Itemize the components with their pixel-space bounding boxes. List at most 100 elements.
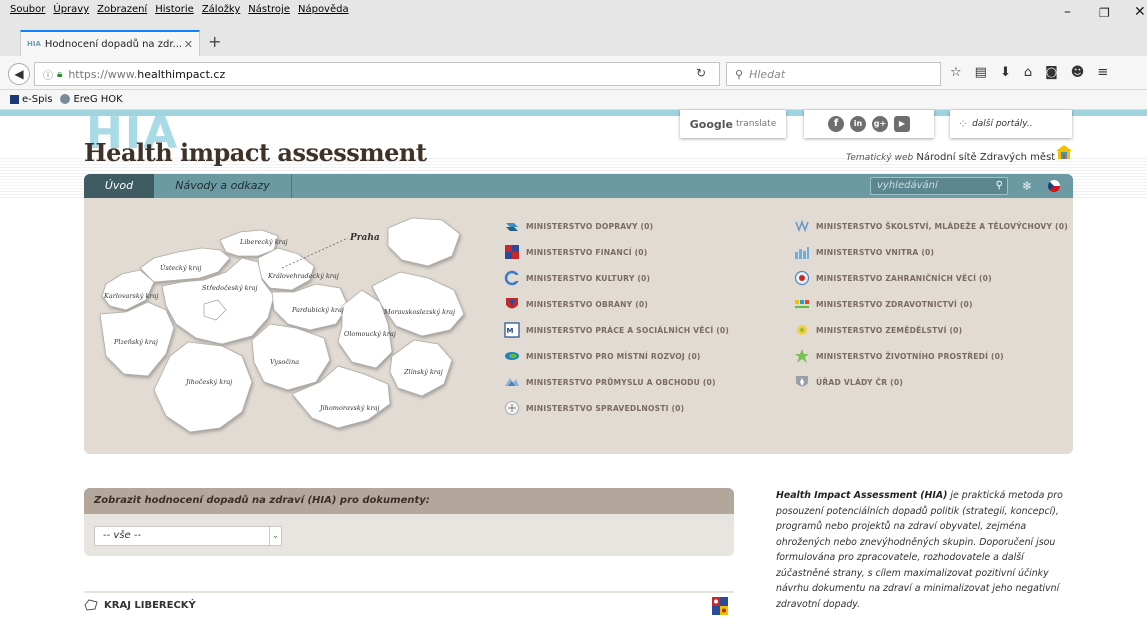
home-icon[interactable]: ⌂: [1024, 65, 1032, 80]
url-bar[interactable]: ⓘ 🔒︎ https://www. healthimpact.cz: [34, 62, 720, 86]
google-translate-button[interactable]: Google translate: [680, 110, 786, 138]
ministry-label: MINISTERSTVO VNITRA (0): [816, 247, 935, 257]
browser-search-input[interactable]: ⚲ Hledat: [726, 62, 941, 86]
region-kralovehradecky[interactable]: [257, 247, 315, 291]
ministry-link[interactable]: MINISTERSTVO ZDRAVOTNICTVÍ (0): [794, 296, 1068, 312]
documents-filter: Zobrazit hodnocení dopadů na zdraví (HIA…: [84, 488, 734, 556]
map-label-liberecky: Liberecký kraj: [239, 238, 288, 246]
facebook-icon[interactable]: f: [828, 116, 844, 132]
tematic-web-link[interactable]: Tematický web Národní sítě Zdravých měst: [846, 152, 1055, 163]
restore-icon[interactable]: ❐: [1099, 6, 1110, 20]
browser-tab[interactable]: HIA Hodnocení dopadů na zdr... ✕: [20, 30, 200, 56]
ministry-link[interactable]: ÚŘAD VLÁDY ČR (0): [794, 374, 1068, 390]
site-search-icon[interactable]: ⚲: [996, 178, 1003, 194]
ministry-prumyslu-icon: [505, 378, 519, 386]
map-label-plzensky: Plzeňský kraj: [113, 338, 158, 346]
menu-soubor[interactable]: Soubor: [10, 4, 45, 15]
map-label-ustecky: Ústecký kraj: [160, 263, 202, 272]
bookmark-espis[interactable]: e-Spis: [10, 94, 52, 105]
bookmark-ereg[interactable]: EreG HOK: [60, 94, 123, 105]
back-button[interactable]: ◀: [8, 63, 30, 85]
other-portals-button[interactable]: ⁘ další portály..: [950, 110, 1072, 138]
close-tab-icon[interactable]: ✕: [184, 38, 193, 51]
reload-icon[interactable]: ↻: [696, 66, 706, 80]
info-icon[interactable]: ⓘ: [43, 67, 53, 82]
map-label-stredocesky: Středočeský kraj: [202, 284, 258, 292]
lock-icon[interactable]: 🔒︎: [57, 69, 62, 80]
hia-description-lead: Health Impact Assessment (HIA): [776, 490, 948, 501]
ministry-zemedelstvi-icon: [797, 325, 807, 335]
menu-items: Soubor Úpravy Zobrazení Historie Záložky…: [10, 4, 349, 15]
bookmark-star-icon[interactable]: ☆: [950, 65, 962, 80]
youtube-icon[interactable]: ▶: [894, 116, 910, 132]
url-protocol: https://www.: [68, 67, 138, 81]
download-icon[interactable]: ⬇: [1000, 65, 1011, 80]
ministry-label: MINISTERSTVO PRŮMYSLU A OBCHODU (0): [526, 377, 716, 387]
ministry-dopravy-icon: [506, 223, 518, 231]
ministry-link[interactable]: MINISTERSTVO OBRANY (0): [504, 296, 729, 312]
linkedin-icon[interactable]: in: [850, 116, 866, 132]
ministry-financi-icon: [505, 245, 519, 259]
espis-icon: [10, 94, 19, 104]
navigation-toolbar: ◀ ⓘ 🔒︎ https://www. healthimpact.cz ↻ ⚲ H…: [0, 56, 1147, 90]
menu-zobrazeni[interactable]: Zobrazení: [97, 4, 147, 15]
pocket-icon[interactable]: ◙: [1045, 65, 1058, 80]
ministry-link[interactable]: MINISTERSTVO FINANCÍ (0): [504, 244, 729, 260]
addon-icon[interactable]: ☻: [1071, 65, 1085, 80]
documents-select[interactable]: -- vše -- ⌄: [94, 526, 282, 546]
site-title[interactable]: Health impact assessment: [84, 138, 427, 167]
ministry-link[interactable]: M MINISTERSTVO PRÁCE A SOCIÁLNÍCH VĚCÍ (…: [504, 322, 729, 338]
healthy-cities-logo-icon[interactable]: [1055, 144, 1073, 160]
google-plus-icon[interactable]: g+: [872, 116, 888, 132]
ministry-label: MINISTERSTVO KULTURY (0): [526, 273, 651, 283]
ministry-label: MINISTERSTVO ZDRAVOTNICTVÍ (0): [816, 299, 973, 309]
ministry-link[interactable]: MINISTERSTVO PRŮMYSLU A OBCHODU (0): [504, 374, 729, 390]
ministry-link[interactable]: MINISTERSTVO DOPRAVY (0): [504, 218, 729, 234]
menu-napoveda[interactable]: Nápověda: [298, 4, 349, 15]
ministry-prace-icon: M: [504, 322, 520, 338]
ministry-label: MINISTERSTVO PRO MÍSTNÍ ROZVOJ (0): [526, 351, 701, 361]
new-tab-icon[interactable]: +: [208, 32, 221, 51]
czech-flag-icon[interactable]: [1048, 180, 1060, 192]
ministries-right-list: MINISTERSTVO ŠKOLSTVÍ, MLÁDEŽE A TĚLOVÝC…: [794, 218, 1068, 390]
menu-bar: Soubor Úpravy Zobrazení Historie Záložky…: [0, 0, 1147, 26]
tab-title: Hodnocení dopadů na zdr...: [44, 38, 183, 50]
ministry-link[interactable]: MINISTERSTVO KULTURY (0): [504, 270, 729, 286]
bookmark-ereg-label: EreG HOK: [73, 94, 123, 105]
globe-icon: [60, 94, 71, 104]
praha-callout[interactable]: [387, 217, 461, 267]
map-label-pardubicky: Pardubický kraj: [291, 306, 344, 314]
chevron-down-icon[interactable]: ⌄: [269, 527, 281, 545]
hia-description-text: je praktická metoda pro posouzení potenc…: [776, 490, 1063, 610]
ministries-left-list: MINISTERSTVO DOPRAVY (0) MINISTERSTVO FI…: [504, 218, 729, 416]
ministry-link[interactable]: MINISTERSTVO ŠKOLSTVÍ, MLÁDEŽE A TĚLOVÝC…: [794, 218, 1068, 234]
menu-zalozky[interactable]: Záložky: [202, 4, 240, 15]
region-vysocina[interactable]: [251, 323, 331, 391]
nav-navody[interactable]: Návody a odkazy: [154, 174, 292, 198]
map-label-kralovehradecky: Královehradecký kraj: [267, 272, 339, 280]
tematic-prefix: Tematický web: [846, 153, 914, 163]
nav-uvod[interactable]: Úvod: [84, 174, 154, 198]
menu-nastroje[interactable]: Nástroje: [248, 4, 290, 15]
ministry-label: MINISTERSTVO PRÁCE A SOCIÁLNÍCH VĚCÍ (0): [526, 325, 730, 335]
ministry-link[interactable]: MINISTERSTVO ZAHRANIČNÍCH VĚCÍ (0): [794, 270, 1068, 286]
reading-list-icon[interactable]: ▤: [975, 65, 987, 80]
bookmark-espis-label: e-Spis: [22, 94, 53, 105]
hamburger-menu-icon[interactable]: ≡: [1097, 65, 1108, 80]
ministry-link[interactable]: MINISTERSTVO VNITRA (0): [794, 244, 1068, 260]
map-label-moravskoslezsky: Moravskoslezský kraj: [383, 308, 455, 316]
ministry-link[interactable]: MINISTERSTVO PRO MÍSTNÍ ROZVOJ (0): [504, 348, 729, 364]
settings-icon[interactable]: ❄: [1022, 179, 1032, 193]
ministry-link[interactable]: MINISTERSTVO ŽIVOTNÍHO PROSTŘEDÍ (0): [794, 348, 1068, 364]
ministry-link[interactable]: MINISTERSTVO ZEMĚDĚLSTVÍ (0): [794, 322, 1068, 338]
ministry-mistni-rozvoj-icon: [505, 352, 519, 360]
region-row-liberecky[interactable]: KRAJ LIBERECKÝ: [84, 591, 734, 617]
site-search-input[interactable]: vyhledávání ⚲: [870, 177, 1008, 195]
search-icon: ⚲: [735, 67, 744, 81]
ministry-link[interactable]: MINISTERSTVO SPRAVEDLNOSTI (0): [504, 400, 729, 416]
region-jihocesky[interactable]: [153, 341, 253, 433]
minimize-icon[interactable]: –: [1064, 4, 1071, 20]
menu-upravy[interactable]: Úpravy: [53, 4, 89, 15]
menu-historie[interactable]: Historie: [155, 4, 194, 15]
close-window-icon[interactable]: ✕: [1134, 4, 1146, 20]
